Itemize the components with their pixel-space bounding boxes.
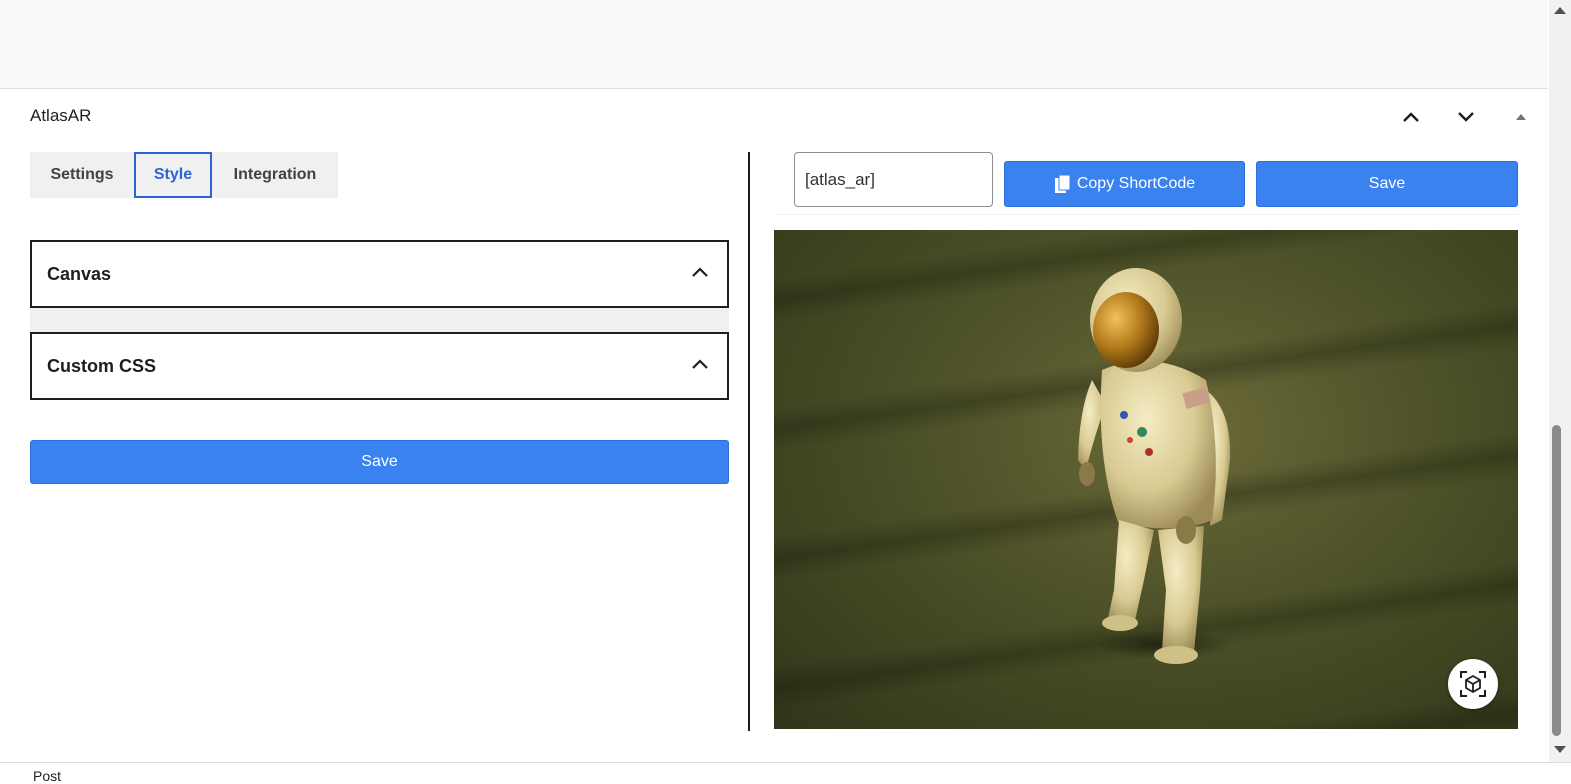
scroll-up-icon	[1554, 7, 1566, 14]
accordion-canvas-label: Canvas	[47, 264, 112, 284]
copy-shortcode-label: Copy ShortCode	[1076, 175, 1196, 192]
panel-header	[0, 89, 1548, 145]
accordion-canvas[interactable]: Canvas	[30, 240, 729, 308]
model-viewer[interactable]	[774, 230, 1518, 729]
tab-settings[interactable]: Settings	[30, 152, 134, 198]
accordion-custom-css[interactable]: Custom CSS	[30, 332, 729, 400]
editor-top-area	[0, 0, 1548, 89]
editor-footer	[0, 762, 1571, 784]
accordion-spacer	[30, 308, 729, 332]
caret-up-icon	[1516, 114, 1526, 120]
scroll-down-icon	[1554, 746, 1566, 753]
chevron-up-icon	[1403, 112, 1419, 122]
save-button[interactable]: Save	[30, 440, 729, 484]
tab-integration[interactable]: Integration	[212, 152, 338, 198]
panel-title: AtlasAR	[30, 106, 92, 125]
astronaut-model	[1078, 268, 1234, 664]
column-divider	[748, 152, 750, 731]
accordion-custom-css-label: Custom CSS	[47, 356, 157, 376]
chevron-up-icon	[692, 359, 708, 369]
tab-bar: Settings Style Integration	[30, 152, 338, 198]
ar-view-button[interactable]	[1448, 659, 1498, 709]
save-button-top[interactable]: Save	[1256, 161, 1518, 207]
footer-breadcrumb[interactable]: Post	[33, 768, 61, 784]
copy-shortcode-button[interactable]: Copy ShortCode	[1004, 161, 1245, 207]
copy-icon	[1054, 174, 1071, 193]
tab-style[interactable]: Style	[134, 152, 212, 198]
scroll-thumb[interactable]	[1552, 425, 1561, 736]
move-up-button[interactable]	[1398, 104, 1424, 130]
collapse-panel-button[interactable]	[1508, 104, 1534, 130]
ar-cube-icon	[1460, 671, 1486, 697]
shortcode-input[interactable]	[794, 152, 993, 207]
move-down-button[interactable]	[1453, 104, 1479, 130]
chevron-down-icon	[1458, 112, 1474, 122]
chevron-up-icon	[692, 267, 708, 277]
